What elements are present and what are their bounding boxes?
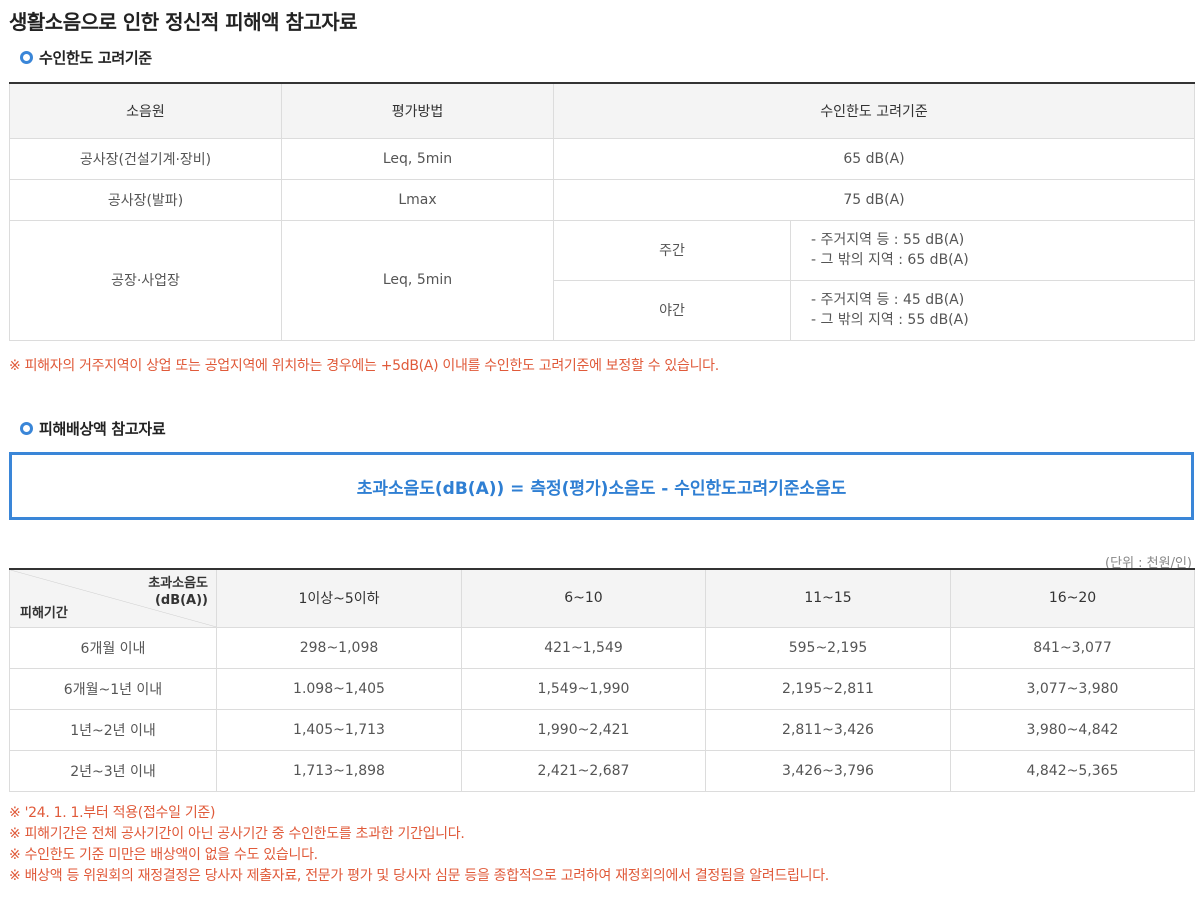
diag-header-period: 피해기간 (20, 605, 68, 621)
table-row: 공사장(건설기계·장비) Leq, 5min 65 dB(A) (9, 137, 1195, 180)
cell-amount: 3,077~3,980 (950, 667, 1195, 710)
cell-period: 2년~3년 이내 (9, 749, 217, 792)
cell-amount: 1,549~1,990 (461, 667, 706, 710)
diag-header-excess-line: 초과소음도 (148, 576, 208, 591)
header-range: 1이상~5이하 (216, 568, 462, 628)
cell-method: Lmax (281, 178, 554, 221)
header-source: 소음원 (9, 82, 282, 139)
diag-header-excess-unit: (dB(A)) (154, 593, 208, 608)
cell-amount: 1,405~1,713 (216, 708, 462, 751)
cell-amount: 841~3,077 (950, 626, 1195, 669)
cell-amount: 595~2,195 (705, 626, 951, 669)
table-row: 공사장(발파) Lmax 75 dB(A) (9, 178, 1195, 221)
table-header-row: 초과소음도 (dB(A)) 피해기간 1이상~5이하 6~10 11~15 16… (9, 568, 1195, 628)
section-title-text: 수인한도 고려기준 (39, 49, 152, 67)
cell-day-standard: - 주거지역 등 : 55 dB(A) - 그 밖의 지역 : 65 dB(A) (790, 219, 1195, 281)
section-title-standard: 수인한도 고려기준 (20, 47, 152, 68)
cell-amount: 3,426~3,796 (705, 749, 951, 792)
standard-table: 소음원 평가방법 수인한도 고려기준 공사장(건설기계·장비) Leq, 5mi… (9, 82, 1195, 341)
compensation-notes: ※ '24. 1. 1.부터 적용(접수일 기준) ※ 피해기간은 전체 공사기… (9, 803, 829, 887)
cell-amount: 1.098~1,405 (216, 667, 462, 710)
cell-period: 6개월~1년 이내 (9, 667, 217, 710)
section-title-compensation: 피해배상액 참고자료 (20, 418, 166, 439)
cell-standard: 75 dB(A) (553, 178, 1195, 221)
note-line: ※ 수인한도 기준 미만은 배상액이 없을 수도 있습니다. (9, 847, 318, 863)
formula-text: 초과소음도(dB(A)) = 측정(평가)소음도 - 수인한도고려기준소음도 (356, 478, 847, 499)
header-range: 6~10 (461, 568, 706, 628)
cell-method: Leq, 5min (281, 219, 554, 341)
table-row: 2년~3년 이내 1,713~1,898 2,421~2,687 3,426~3… (9, 749, 1195, 792)
cell-amount: 2,811~3,426 (705, 708, 951, 751)
diagonal-header-cell: 초과소음도 (dB(A)) 피해기간 (9, 568, 217, 628)
cell-source: 공사장(발파) (9, 178, 282, 221)
cell-amount: 421~1,549 (461, 626, 706, 669)
cell-amount: 2,421~2,687 (461, 749, 706, 792)
day-standard-line: - 그 밖의 지역 : 65 dB(A) (811, 252, 969, 268)
header-method: 평가방법 (281, 82, 554, 139)
formula-box: 초과소음도(dB(A)) = 측정(평가)소음도 - 수인한도고려기준소음도 (9, 452, 1194, 520)
note-line: ※ '24. 1. 1.부터 적용(접수일 기준) (9, 805, 216, 821)
cell-amount: 298~1,098 (216, 626, 462, 669)
cell-amount: 2,195~2,811 (705, 667, 951, 710)
cell-method: Leq, 5min (281, 137, 554, 180)
night-standard-line: - 주거지역 등 : 45 dB(A) (811, 292, 965, 308)
cell-source: 공장·사업장 (9, 219, 282, 341)
cell-period: 6개월 이내 (9, 626, 217, 669)
night-standard-line: - 그 밖의 지역 : 55 dB(A) (811, 312, 969, 328)
cell-amount: 3,980~4,842 (950, 708, 1195, 751)
section-title-text: 피해배상액 참고자료 (39, 420, 166, 438)
table-row: 1년~2년 이내 1,405~1,713 1,990~2,421 2,811~3… (9, 708, 1195, 751)
note-line: ※ 배상액 등 위원회의 재정결정은 당사자 제출자료, 전문가 평가 및 당사… (9, 868, 829, 884)
cell-amount: 1,990~2,421 (461, 708, 706, 751)
header-range: 16~20 (950, 568, 1195, 628)
table-row: 공장·사업장 Leq, 5min 주간 - 주거지역 등 : 55 dB(A) … (9, 219, 1195, 341)
table-header-row: 소음원 평가방법 수인한도 고려기준 (9, 82, 1195, 139)
cell-amount: 1,713~1,898 (216, 749, 462, 792)
standard-note: ※ 피해자의 거주지역이 상업 또는 공업지역에 위치하는 경우에는 +5dB(… (9, 358, 719, 374)
cell-period: 1년~2년 이내 (9, 708, 217, 751)
cell-night-standard: - 주거지역 등 : 45 dB(A) - 그 밖의 지역 : 55 dB(A) (790, 279, 1195, 341)
header-standard: 수인한도 고려기준 (553, 82, 1195, 139)
cell-day-label: 주간 (553, 219, 791, 281)
cell-source: 공사장(건설기계·장비) (9, 137, 282, 180)
circle-bullet-icon (20, 422, 33, 435)
day-standard-line: - 주거지역 등 : 55 dB(A) (811, 232, 965, 248)
page-title: 생활소음으로 인한 정신적 피해액 참고자료 (9, 10, 358, 34)
table-row: 6개월~1년 이내 1.098~1,405 1,549~1,990 2,195~… (9, 667, 1195, 710)
header-range: 11~15 (705, 568, 951, 628)
circle-bullet-icon (20, 51, 33, 64)
compensation-table: 초과소음도 (dB(A)) 피해기간 1이상~5이하 6~10 11~15 16… (9, 568, 1195, 792)
table-row: 6개월 이내 298~1,098 421~1,549 595~2,195 841… (9, 626, 1195, 669)
cell-amount: 4,842~5,365 (950, 749, 1195, 792)
cell-standard: 65 dB(A) (553, 137, 1195, 180)
diag-header-excess: 초과소음도 (dB(A)) (148, 575, 208, 609)
cell-night-label: 야간 (553, 279, 791, 341)
note-line: ※ 피해기간은 전체 공사기간이 아닌 공사기간 중 수인한도를 초과한 기간입… (9, 826, 465, 842)
